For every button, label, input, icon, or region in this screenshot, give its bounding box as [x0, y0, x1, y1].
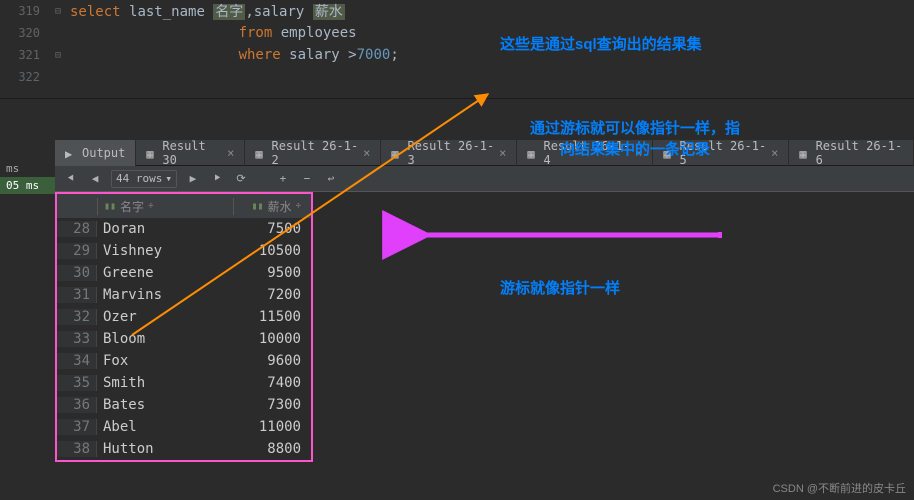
table-row[interactable]: 29Vishney10500 [57, 240, 311, 262]
sort-icon[interactable]: ÷ [148, 201, 153, 211]
result-tab-bar: ▶Output ▦Result 30× ▦Result 26-1-2× ▦Res… [55, 140, 914, 166]
table-row[interactable]: 32Ozer11500 [57, 306, 311, 328]
gutter-line-321: 321 [0, 48, 55, 62]
row-index: 35 [57, 375, 97, 391]
cell-salary[interactable]: 10000 [233, 331, 311, 347]
cell-salary[interactable]: 7400 [233, 375, 311, 391]
column-name[interactable]: ▮▮名字÷ [97, 198, 233, 215]
last-page-icon[interactable]: ⯈ [209, 171, 225, 187]
table-row[interactable]: 34Fox9600 [57, 350, 311, 372]
close-icon[interactable]: × [363, 146, 370, 160]
cell-name[interactable]: Abel [97, 419, 233, 435]
tab-result-30[interactable]: ▦Result 30× [136, 140, 245, 166]
tab-result-26-1-2[interactable]: ▦Result 26-1-2× [245, 140, 381, 166]
row-index: 29 [57, 243, 97, 259]
table-header: ▮▮名字÷ ▮▮薪水÷ [57, 194, 311, 218]
row-index: 37 [57, 419, 97, 435]
cell-name[interactable]: Hutton [97, 441, 233, 457]
cell-name[interactable]: Ozer [97, 309, 233, 325]
cell-name[interactable]: Marvins [97, 287, 233, 303]
cell-salary[interactable]: 9500 [233, 265, 311, 281]
tab-result-26-1-6[interactable]: ▦Result 26-1-6 [789, 140, 914, 166]
row-index: 31 [57, 287, 97, 303]
fold-end-icon[interactable]: ⊟ [55, 50, 70, 61]
gutter-line-320: 320 [0, 26, 55, 40]
gutter-line-319: 319 [0, 4, 55, 18]
cell-salary[interactable]: 10500 [233, 243, 311, 259]
fold-icon[interactable]: ⊟ [55, 6, 70, 17]
code-line-2[interactable]: from employees [70, 25, 357, 41]
table-row[interactable]: 31Marvins7200 [57, 284, 311, 306]
grid-icon: ▦ [391, 147, 402, 159]
watermark: CSDN @不断前进的皮卡丘 [773, 480, 906, 496]
row-index: 36 [57, 397, 97, 413]
table-row[interactable]: 38Hutton8800 [57, 438, 311, 460]
cell-name[interactable]: Bates [97, 397, 233, 413]
annotation-2: 通过游标就可以像指针一样，指向结果集中的一条记录 [530, 118, 740, 160]
row-index: 34 [57, 353, 97, 369]
row-index: 32 [57, 309, 97, 325]
cell-salary[interactable]: 7500 [233, 221, 311, 237]
tab-result-26-1-3[interactable]: ▦Result 26-1-3× [381, 140, 517, 166]
chevron-down-icon: ▾ [165, 172, 172, 185]
grid-icon: ▦ [255, 147, 266, 159]
table-row[interactable]: 30Greene9500 [57, 262, 311, 284]
cell-salary[interactable]: 9600 [233, 353, 311, 369]
close-icon[interactable]: × [771, 146, 778, 160]
rows-dropdown[interactable]: 44 rows▾ [111, 170, 177, 188]
cell-salary[interactable]: 11000 [233, 419, 311, 435]
column-icon: ▮▮ [252, 201, 264, 212]
refresh-icon[interactable]: ⟳ [233, 171, 249, 187]
cell-name[interactable]: Vishney [97, 243, 233, 259]
cell-name[interactable]: Smith [97, 375, 233, 391]
table-row[interactable]: 37Abel11000 [57, 416, 311, 438]
cell-salary[interactable]: 7200 [233, 287, 311, 303]
table-row[interactable]: 33Bloom10000 [57, 328, 311, 350]
table-row[interactable]: 35Smith7400 [57, 372, 311, 394]
row-index: 28 [57, 221, 97, 237]
code-line-1[interactable]: select last_name 名字,salary 薪水 [70, 1, 345, 21]
result-toolbar: ⯇ ◀ 44 rows▾ ▶ ⯈ ⟳ + − ↩ [55, 166, 914, 192]
grid-icon: ▦ [146, 147, 157, 159]
row-index: 33 [57, 331, 97, 347]
cell-name[interactable]: Bloom [97, 331, 233, 347]
prev-page-icon[interactable]: ◀ [87, 171, 103, 187]
row-index: 38 [57, 441, 97, 457]
close-icon[interactable]: × [499, 146, 506, 160]
grid-icon: ▦ [799, 147, 810, 159]
cell-salary[interactable]: 8800 [233, 441, 311, 457]
column-salary[interactable]: ▮▮薪水÷ [233, 198, 311, 215]
row-index: 30 [57, 265, 97, 281]
first-page-icon[interactable]: ⯇ [63, 171, 79, 187]
gutter-line-322: 322 [0, 70, 55, 84]
cell-salary[interactable]: 11500 [233, 309, 311, 325]
revert-icon[interactable]: ↩ [323, 171, 339, 187]
cell-name[interactable]: Doran [97, 221, 233, 237]
cell-name[interactable]: Fox [97, 353, 233, 369]
column-icon: ▮▮ [104, 201, 116, 212]
cell-salary[interactable]: 7300 [233, 397, 311, 413]
next-page-icon[interactable]: ▶ [185, 171, 201, 187]
timing-strip: ms 05 ms [0, 160, 55, 194]
timing-value: 05 ms [0, 177, 55, 194]
cell-name[interactable]: Greene [97, 265, 233, 281]
result-table[interactable]: ▮▮名字÷ ▮▮薪水÷ 28Doran750029Vishney1050030G… [55, 192, 313, 462]
code-editor[interactable]: 319 ⊟ select last_name 名字,salary 薪水 320 … [0, 0, 914, 88]
annotation-3: 游标就像指针一样 [500, 278, 620, 299]
code-line-3[interactable]: where salary >7000; [70, 47, 399, 63]
table-row[interactable]: 36Bates7300 [57, 394, 311, 416]
add-row-icon[interactable]: + [275, 171, 291, 187]
play-icon: ▶ [65, 147, 77, 159]
annotation-1: 这些是通过sql查询出的结果集 [500, 34, 702, 55]
panel-divider[interactable] [0, 98, 914, 99]
timing-unit: ms [0, 160, 55, 177]
tab-output[interactable]: ▶Output [55, 140, 136, 166]
delete-row-icon[interactable]: − [299, 171, 315, 187]
table-row[interactable]: 28Doran7500 [57, 218, 311, 240]
sort-icon[interactable]: ÷ [296, 201, 301, 211]
close-icon[interactable]: × [227, 146, 234, 160]
